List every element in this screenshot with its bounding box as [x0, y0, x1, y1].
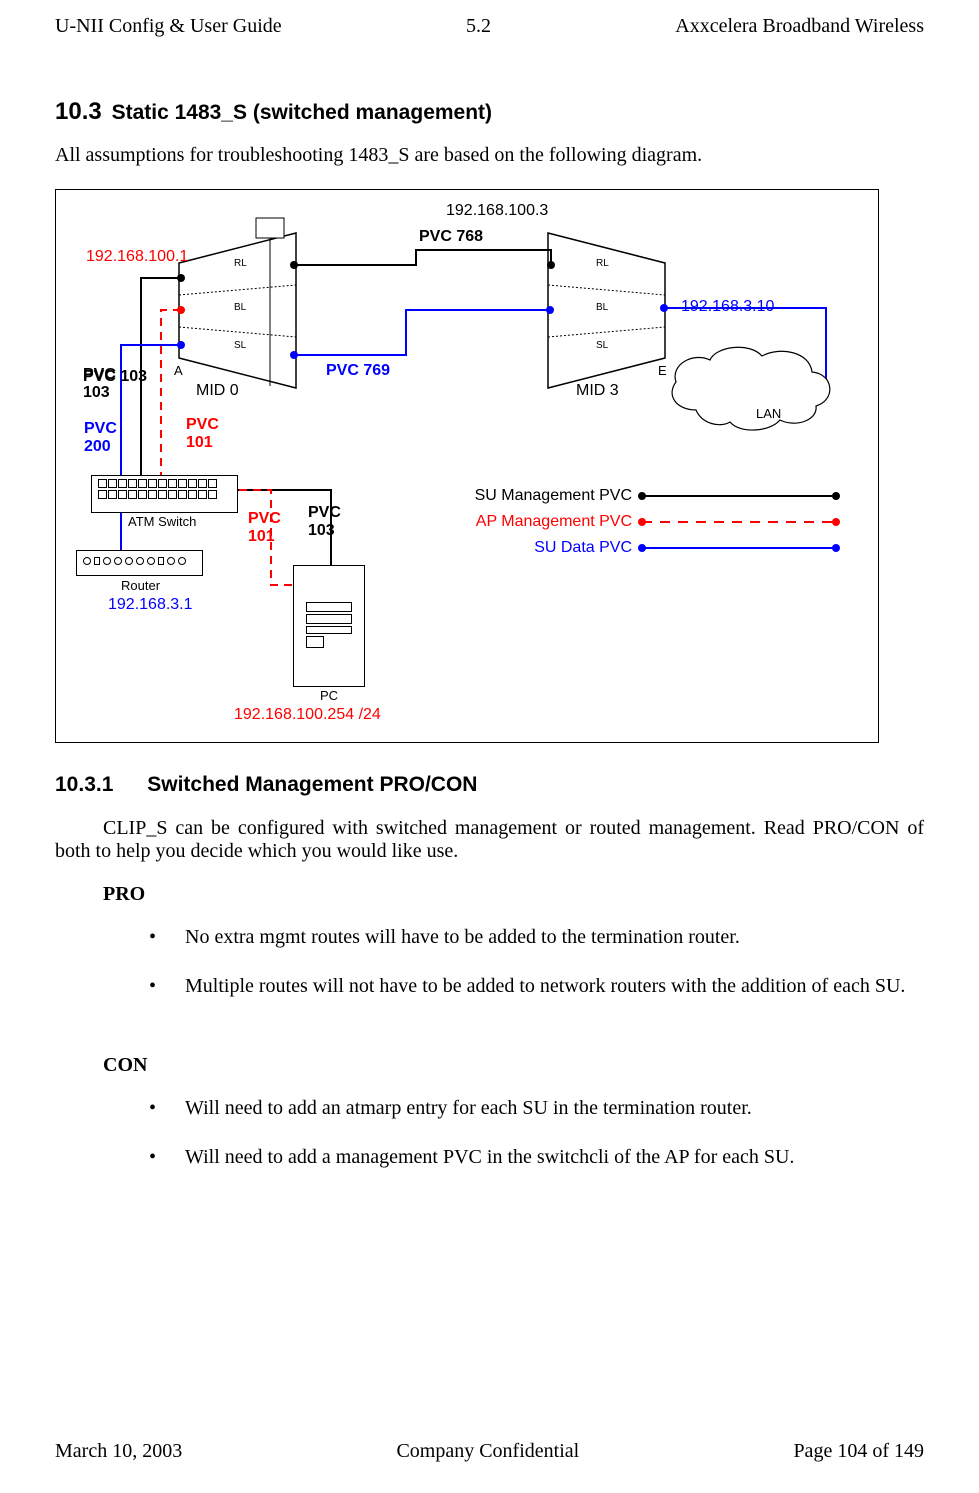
pc-label: PC: [320, 688, 338, 703]
con-list: Will need to add an atmarp entry for eac…: [55, 1095, 924, 1171]
legend-su-data: SU Data PVC: [534, 539, 632, 557]
router: [76, 550, 203, 576]
header-right: Axxcelera Broadband Wireless: [675, 15, 924, 38]
label-a: A: [174, 363, 183, 378]
ap-sl: SL: [234, 340, 246, 351]
su-bl: BL: [596, 302, 608, 313]
pro-item: Multiple routes will not have to be adde…: [55, 973, 924, 1000]
lan-label: LAN: [756, 406, 781, 421]
pvc-768: PVC 768: [419, 228, 483, 246]
section-intro: All assumptions for troubleshooting 1483…: [55, 144, 924, 167]
ap-rl: RL: [234, 258, 247, 269]
header-left: U-NII Config & User Guide: [55, 15, 282, 38]
pc-tower: [293, 565, 365, 687]
legend-ap-mgmt: AP Management PVC: [476, 513, 632, 531]
con-item: Will need to add an atmarp entry for eac…: [55, 1095, 924, 1122]
subsection-number: 10.3.1: [55, 773, 113, 796]
header-center: 5.2: [466, 15, 491, 38]
pvc-103-a-v: PVC103: [83, 366, 116, 401]
pvc-101-b: PVC101: [248, 510, 281, 545]
ip-ap: 192.168.100.1: [86, 248, 188, 266]
atm-switch: [91, 475, 238, 513]
pvc-101-a: PVC101: [186, 416, 219, 451]
footer-left: March 10, 2003: [55, 1440, 182, 1463]
con-title: CON: [103, 1054, 924, 1077]
subsection-title: Switched Management PRO/CON: [147, 773, 477, 796]
network-diagram: 192.168.100.3 192.168.100.1 PVC 768 PVC …: [55, 189, 879, 743]
su-rl: RL: [596, 258, 609, 269]
mid-3: MID 3: [576, 382, 619, 400]
ip-router: 192.168.3.1: [108, 596, 193, 614]
legend-su-mgmt: SU Management PVC: [475, 487, 632, 505]
section-number: 10.3: [55, 98, 102, 125]
page-footer: March 10, 2003 Company Confidential Page…: [55, 1440, 924, 1463]
label-e: E: [658, 363, 667, 378]
pvc-103-b: PVC103: [308, 504, 341, 539]
subsection-heading: 10.3.1 Switched Management PRO/CON: [55, 773, 924, 797]
pvc-200: PVC200: [84, 420, 117, 455]
pro-list: No extra mgmt routes will have to be add…: [55, 924, 924, 1000]
ip-lan: 192.168.3.10: [681, 298, 774, 316]
footer-center: Company Confidential: [396, 1440, 579, 1463]
pro-title: PRO: [103, 883, 924, 906]
footer-right: Page 104 of 149: [793, 1440, 924, 1463]
pvc-769: PVC 769: [326, 362, 390, 380]
ip-pc: 192.168.100.254 /24: [234, 706, 381, 724]
pro-item: No extra mgmt routes will have to be add…: [55, 924, 924, 951]
router-label: Router: [121, 578, 160, 593]
su-sl: SL: [596, 340, 608, 351]
page-header: U-NII Config & User Guide 5.2 Axxcelera …: [55, 15, 924, 38]
diagram-lines: [56, 190, 878, 742]
mid-0: MID 0: [196, 382, 239, 400]
subsection-intro: CLIP_S can be configured with switched m…: [55, 817, 924, 863]
ap-bl: BL: [234, 302, 246, 313]
con-item: Will need to add a management PVC in the…: [55, 1144, 924, 1171]
atm-switch-label: ATM Switch: [128, 514, 196, 529]
section-heading: 10.3 Static 1483_S (switched management): [55, 98, 924, 126]
section-title: Static 1483_S (switched management): [112, 101, 492, 124]
ip-su: 192.168.100.3: [446, 202, 548, 220]
